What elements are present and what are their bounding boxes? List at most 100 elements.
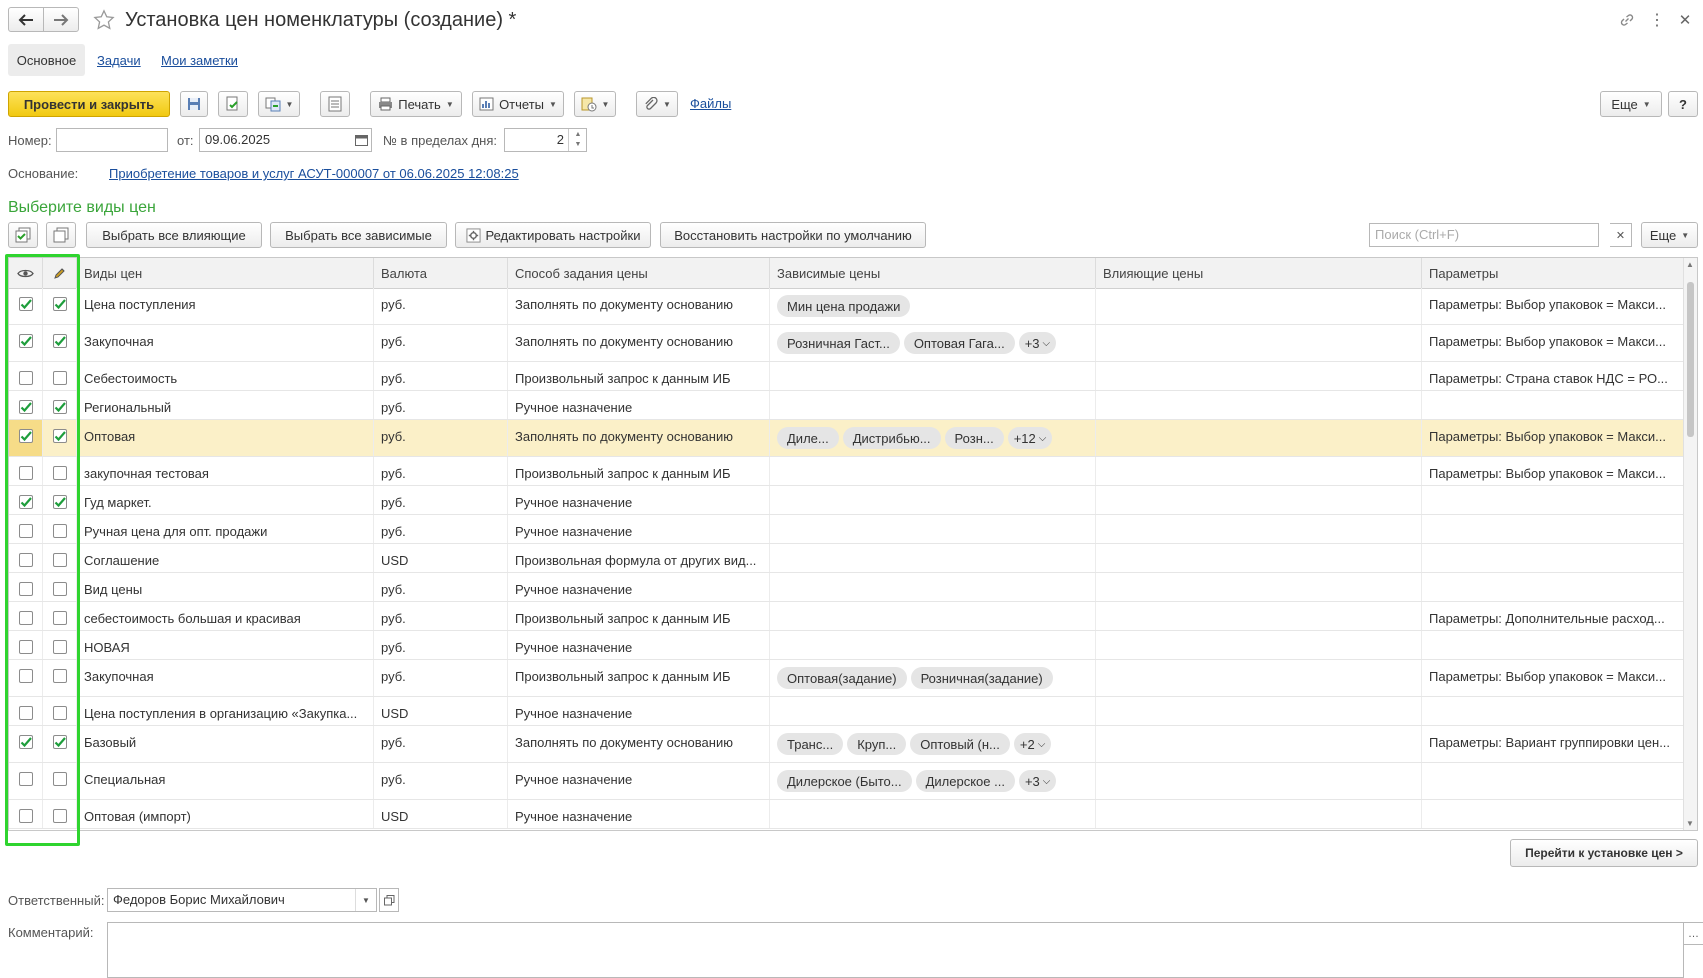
dependent-price-tag[interactable]: Круп...	[847, 733, 907, 755]
edit-checkbox[interactable]	[52, 400, 67, 414]
reports-button[interactable]: Отчеты ▼	[472, 91, 564, 117]
forward-button[interactable]	[43, 7, 79, 32]
view-checkbox[interactable]	[18, 809, 33, 823]
dependent-price-tag[interactable]: Оптовая Гага...	[903, 332, 1015, 354]
edit-checkbox[interactable]	[52, 495, 67, 509]
edit-checkbox[interactable]	[52, 524, 67, 538]
dependent-price-tag[interactable]: Транс...	[777, 733, 844, 755]
print-button[interactable]: Печать ▼	[370, 91, 462, 117]
check-all-button[interactable]	[8, 222, 38, 248]
comment-field[interactable]	[107, 922, 1684, 978]
responsible-dropdown-icon[interactable]: ▼	[355, 889, 376, 911]
view-checkbox[interactable]	[18, 297, 33, 311]
view-checkbox[interactable]	[18, 669, 33, 683]
table-row[interactable]: Цена поступления руб. Заполнять по докумен…	[9, 288, 1685, 325]
view-checkbox[interactable]	[18, 706, 33, 720]
link-icon[interactable]	[1617, 10, 1637, 30]
view-checkbox[interactable]	[18, 371, 33, 385]
number-field[interactable]	[56, 128, 168, 152]
post-and-close-button[interactable]: Провести и закрыть	[8, 91, 170, 117]
column-header-edit[interactable]	[43, 258, 77, 288]
view-checkbox[interactable]	[18, 400, 33, 414]
dependent-price-tag[interactable]: Оптовая(задание)	[777, 667, 907, 689]
column-header-currency[interactable]: Валюта	[374, 258, 508, 288]
calendar-icon[interactable]	[352, 131, 370, 149]
dependent-price-tag[interactable]: Мин цена продажи	[777, 295, 911, 317]
table-row[interactable]: закупочная тестовая руб. Произвольный запр…	[9, 457, 1685, 486]
table-row[interactable]: Соглашение USD Произвольная формула от дру…	[9, 544, 1685, 573]
more-tags-button[interactable]: +2 ⌵	[1013, 733, 1052, 755]
dependent-price-tag[interactable]: Диле...	[777, 427, 839, 449]
column-header-params[interactable]: Параметры	[1422, 258, 1685, 288]
view-checkbox[interactable]	[18, 429, 33, 443]
back-button[interactable]	[8, 7, 44, 32]
more-tags-button[interactable]: +3 ⌵	[1018, 770, 1057, 792]
table-row[interactable]: Специальная руб. Ручное назначение Дилерско…	[9, 763, 1685, 800]
edit-checkbox[interactable]	[52, 334, 67, 348]
table-row[interactable]: Ручная цена для опт. продажи руб. Ручное н…	[9, 515, 1685, 544]
table-row[interactable]: Закупочная руб. Произвольный запрос к данн…	[9, 660, 1685, 697]
edit-settings-button[interactable]: Редактировать настройки	[455, 222, 651, 248]
edit-checkbox[interactable]	[52, 735, 67, 749]
edit-checkbox[interactable]	[52, 553, 67, 567]
table-row[interactable]: Себестоимость руб. Произвольный запрос к д…	[9, 362, 1685, 391]
files-link[interactable]: Файлы	[690, 96, 731, 111]
column-header-influencing[interactable]: Влияющие цены	[1096, 258, 1422, 288]
table-row[interactable]: себестоимость большая и красивая руб. Прои…	[9, 602, 1685, 631]
tab-tasks[interactable]: Задачи	[97, 53, 141, 68]
view-checkbox[interactable]	[18, 495, 33, 509]
edit-checkbox[interactable]	[52, 297, 67, 311]
view-checkbox[interactable]	[18, 334, 33, 348]
uncheck-all-button[interactable]	[46, 222, 76, 248]
restore-defaults-button[interactable]: Восстановить настройки по умолчанию	[660, 222, 926, 248]
post-button[interactable]	[218, 91, 248, 117]
search-input[interactable]: Поиск (Ctrl+F)	[1369, 223, 1599, 247]
column-header-view[interactable]	[9, 258, 43, 288]
column-header-method[interactable]: Способ задания цены	[508, 258, 770, 288]
table-row[interactable]: Базовый руб. Заполнять по документу основа…	[9, 726, 1685, 763]
dependent-price-tag[interactable]: Розничная Гаст...	[777, 332, 900, 354]
day-number-stepper[interactable]: ▲ ▼	[568, 129, 587, 151]
menu-dots-icon[interactable]: ⋮	[1647, 10, 1667, 30]
edit-checkbox[interactable]	[52, 640, 67, 654]
table-row[interactable]: НОВАЯ руб. Ручное назначение	[9, 631, 1685, 660]
view-checkbox[interactable]	[18, 553, 33, 567]
dependent-price-tag[interactable]: Дилерское ...	[915, 770, 1015, 792]
scroll-down-icon[interactable]: ▼	[1686, 819, 1694, 828]
table-row[interactable]: Оптовая руб. Заполнять по документу основа…	[9, 420, 1685, 457]
more-tags-button[interactable]: +3 ⌵	[1018, 332, 1057, 354]
basis-document-link[interactable]: Приобретение товаров и услуг АСУТ-000007…	[109, 166, 519, 181]
column-header-dependent[interactable]: Зависимые цены	[770, 258, 1096, 288]
view-checkbox[interactable]	[18, 466, 33, 480]
dependent-price-tag[interactable]: Оптовый (н...	[910, 733, 1010, 755]
select-all-dependent-button[interactable]: Выбрать все зависимые	[270, 222, 447, 248]
column-header-price-type[interactable]: Виды цен	[77, 258, 374, 288]
more-tags-button[interactable]: +12 ⌵	[1007, 427, 1053, 449]
goto-price-setting-button[interactable]: Перейти к установке цен >	[1510, 839, 1698, 867]
document-structure-button[interactable]	[320, 91, 350, 117]
stepper-down-icon[interactable]: ▼	[575, 140, 582, 150]
view-checkbox[interactable]	[18, 735, 33, 749]
date-field[interactable]: 09.06.2025	[199, 128, 372, 152]
edit-checkbox[interactable]	[52, 371, 67, 385]
tab-my-notes[interactable]: Мои заметки	[161, 53, 238, 68]
scrollbar-thumb[interactable]	[1687, 282, 1694, 437]
responsible-field[interactable]: Федоров Борис Михайлович	[107, 888, 377, 912]
view-checkbox[interactable]	[18, 640, 33, 654]
edit-checkbox[interactable]	[52, 429, 67, 443]
create-based-on-button[interactable]: ▼	[258, 91, 300, 117]
comment-expand-icon[interactable]: …	[1684, 922, 1703, 945]
table-row[interactable]: Оптовая (импорт) USD Ручное назначение	[9, 800, 1685, 829]
open-responsible-icon[interactable]	[379, 888, 399, 912]
edit-checkbox[interactable]	[52, 809, 67, 823]
edit-checkbox[interactable]	[52, 582, 67, 596]
table-more-button[interactable]: Еще ▼	[1641, 222, 1698, 248]
table-row[interactable]: Гуд маркет. руб. Ручное назначение	[9, 486, 1685, 515]
edit-checkbox[interactable]	[52, 706, 67, 720]
view-checkbox[interactable]	[18, 524, 33, 538]
edit-checkbox[interactable]	[52, 772, 67, 786]
vertical-scrollbar[interactable]: ▲ ▼	[1683, 258, 1697, 830]
close-icon[interactable]: ✕	[1675, 10, 1695, 30]
scroll-up-icon[interactable]: ▲	[1686, 260, 1694, 269]
table-row[interactable]: Закупочная руб. Заполнять по документу осн…	[9, 325, 1685, 362]
